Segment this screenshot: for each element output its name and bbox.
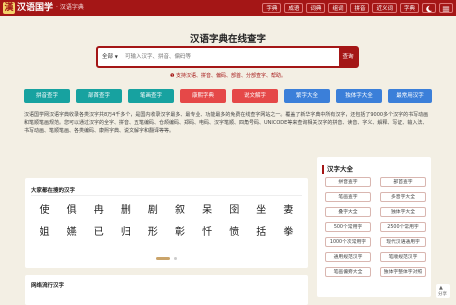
theme-toggle-icon[interactable]: [422, 3, 436, 13]
character-item[interactable]: 嬿: [58, 222, 85, 244]
character-item[interactable]: 俱: [58, 200, 85, 222]
panel-title: 汉字大全: [327, 165, 353, 173]
character-item[interactable]: 拳: [275, 222, 302, 244]
page-title: 汉语字典在线查字: [189, 34, 266, 45]
search-button[interactable]: 查询: [339, 48, 357, 66]
collection-link[interactable]: 2500个常用字: [380, 222, 426, 232]
character-item[interactable]: 坐: [248, 200, 275, 222]
nav-item-jinyici[interactable]: 近义词: [372, 3, 397, 13]
nav-item-chengyu[interactable]: 成语: [284, 3, 304, 13]
collection-link[interactable]: 笔画偏旁大全: [325, 267, 371, 277]
quick-btn-fanti[interactable]: 繁字大全: [284, 89, 330, 103]
character-collection-panel: 汉字大全 拼音查字 部首查字 笔画查字 多音字大全 叠字大全 独体字大全 500…: [317, 157, 431, 297]
character-item[interactable]: 形: [139, 222, 166, 244]
nav-item-cidian[interactable]: 词典: [306, 3, 326, 13]
character-row: 姐 嬿 已 归 形 彰 忏 愤 括 拳: [31, 222, 302, 244]
search-scope-label: 全部: [102, 54, 114, 60]
character-item[interactable]: 已: [85, 222, 112, 244]
logo-subtitle: · 汉语字典: [56, 4, 84, 11]
nav-item-zidian[interactable]: 字典: [262, 3, 282, 13]
collection-link[interactable]: 笔顺规范汉字: [380, 252, 426, 262]
collection-link[interactable]: 独体字大全: [380, 207, 426, 217]
character-item[interactable]: 叙: [166, 200, 193, 222]
collection-link[interactable]: 叠字大全: [325, 207, 371, 217]
pager-dot-active[interactable]: [156, 257, 170, 260]
character-row: 使 俱 冉 删 剧 叙 呆 囹 坐 妻: [31, 200, 302, 222]
divider: [31, 195, 302, 196]
quick-btn-bushou[interactable]: 部首查字: [76, 89, 122, 103]
character-grid: 使 俱 冉 删 剧 叙 呆 囹 坐 妻 姐 嬿 已 归 形 彰 忏 愤 括 拳: [31, 200, 302, 244]
collection-link[interactable]: 多音字大全: [380, 192, 426, 202]
character-item[interactable]: 彰: [166, 222, 193, 244]
character-item[interactable]: 使: [31, 200, 58, 222]
search-scope-select[interactable]: 全部 ▼: [102, 52, 118, 62]
character-item[interactable]: 括: [248, 222, 275, 244]
nav-item-pinyin[interactable]: 拼音: [350, 3, 370, 13]
share-label: 分享: [438, 292, 447, 297]
quick-btn-kangxi[interactable]: 康熙字典: [180, 89, 226, 103]
logo-text[interactable]: 汉语国学: [17, 2, 53, 14]
quick-btn-shuowen[interactable]: 说文解字: [232, 89, 278, 103]
network-title: 网络流行汉字: [31, 283, 65, 289]
quick-btn-pinyin[interactable]: 拼音查字: [24, 89, 70, 103]
collection-link[interactable]: 现代汉语通用字: [380, 237, 426, 247]
popular-characters-card: 大家都在搜的汉字 使 俱 冉 删 剧 叙 呆 囹 坐 妻 姐 嬿 已 归 形 彰…: [25, 178, 308, 268]
popular-title: 大家都在搜的汉字: [31, 188, 76, 194]
search-tip-text: 支持汉语、拼音、偏码、部首、分部查字、帮助。: [176, 73, 287, 79]
carousel-pager: [156, 257, 180, 261]
chevron-down-icon: ▼: [114, 54, 118, 59]
collection-link[interactable]: 500个常用字: [325, 222, 371, 232]
collection-link[interactable]: 通用规范汉字: [325, 252, 371, 262]
nav-item-zuci[interactable]: 组词: [328, 3, 348, 13]
collection-link[interactable]: 笔画查字: [325, 192, 371, 202]
collection-link[interactable]: 拼音查字: [325, 177, 371, 187]
character-item[interactable]: 忏: [194, 222, 221, 244]
character-item[interactable]: 囹: [221, 200, 248, 222]
share-button[interactable]: ▲ 分享: [436, 284, 450, 298]
character-item[interactable]: 剧: [139, 200, 166, 222]
collection-link[interactable]: 部首查字: [380, 177, 426, 187]
quick-search-buttons: 拼音查字 部首查字 笔画查字 康熙字典 说文解字 繁字大全 独体字大全 最常用汉…: [24, 89, 432, 103]
nav-item-zidian-2[interactable]: 字典: [399, 3, 419, 13]
character-item[interactable]: 呆: [194, 200, 221, 222]
top-bar: 漢 汉语国学 · 汉语字典 字典 成语 词典 组词 拼音 近义词 字典: [0, 0, 456, 16]
top-nav: 字典 成语 词典 组词 拼音 近义词 字典: [262, 3, 453, 13]
logo-icon[interactable]: 漢: [3, 2, 15, 14]
menu-icon[interactable]: [439, 3, 453, 13]
pager-dot[interactable]: [174, 257, 177, 260]
character-item[interactable]: 愤: [221, 222, 248, 244]
network-characters-card: 网络流行汉字: [25, 275, 308, 305]
search-tip: ❶ 支持汉语、拼音、偏码、部首、分部查字、帮助。: [0, 72, 456, 79]
search-box: 全部 ▼ 查询: [96, 46, 359, 68]
character-item[interactable]: 删: [112, 200, 139, 222]
character-item[interactable]: 归: [112, 222, 139, 244]
character-item[interactable]: 冉: [85, 200, 112, 222]
search-input[interactable]: [125, 50, 325, 64]
quick-btn-bihua[interactable]: 笔画查字: [128, 89, 174, 103]
title-accent-bar: [322, 165, 324, 174]
quick-btn-duti[interactable]: 独体字大全: [336, 89, 382, 103]
quick-btn-changyong[interactable]: 最常用汉字: [388, 89, 432, 103]
character-item[interactable]: 妻: [275, 200, 302, 222]
collection-link[interactable]: 独体字整体字对照: [380, 267, 426, 277]
intro-text: 汉语国学网汉语字典收录各类汉字共8万4千多个，是国内收录汉字最多、最专业、功能最…: [24, 112, 429, 134]
character-item[interactable]: 姐: [31, 222, 58, 244]
logo-mark: 漢: [4, 3, 14, 13]
collection-link[interactable]: 1000个次常用字: [325, 237, 371, 247]
